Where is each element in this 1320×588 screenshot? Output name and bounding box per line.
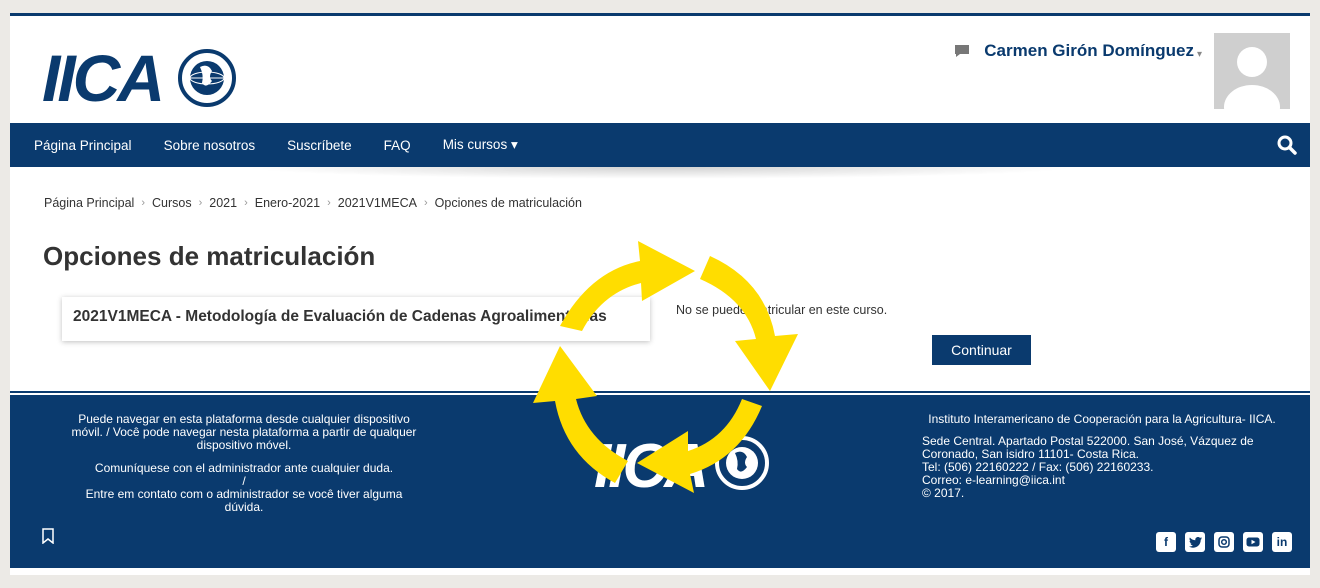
- footer-copyright: © 2017.: [922, 486, 965, 500]
- footer-address: Sede Central. Apartado Postal 522000. Sa…: [922, 434, 1254, 461]
- iica-logo[interactable]: IICA: [42, 35, 242, 115]
- footer-iica-logo: IICA: [594, 432, 769, 495]
- footer-email: Correo: e-learning@iica.int: [922, 473, 1065, 487]
- footer-info-left: Puede navegar en esta plataforma desde c…: [68, 413, 420, 524]
- footer-institute: Instituto Interamericano de Cooperación …: [928, 412, 1276, 426]
- nav-shadow: [240, 167, 1080, 179]
- breadcrumb-courses[interactable]: Cursos: [152, 196, 192, 210]
- breadcrumb-separator: ›: [141, 197, 146, 209]
- continue-button[interactable]: Continuar: [932, 335, 1031, 365]
- page-title: Opciones de matriculación: [43, 241, 376, 271]
- breadcrumb-year[interactable]: 2021: [209, 196, 237, 210]
- nav-subscribe[interactable]: Suscríbete: [271, 138, 368, 153]
- footer-mobile-text: Puede navegar en esta plataforma desde c…: [71, 412, 417, 452]
- logo-text: IICA: [42, 41, 162, 115]
- nav-my-courses[interactable]: Mis cursos ▾: [427, 137, 534, 153]
- user-menu-caret[interactable]: ▾: [1197, 49, 1202, 60]
- footer-divider: [10, 391, 1310, 393]
- facebook-icon[interactable]: f: [1156, 532, 1176, 552]
- breadcrumb-separator: ›: [198, 197, 203, 209]
- avatar[interactable]: [1214, 33, 1290, 109]
- course-name-link[interactable]: 2021V1MECA - Metodología de Evaluación d…: [73, 308, 607, 326]
- footer-logo-text: IICA: [594, 432, 706, 495]
- youtube-icon[interactable]: [1243, 532, 1263, 552]
- breadcrumb-course[interactable]: 2021V1MECA: [338, 196, 417, 210]
- default-avatar-icon: [1214, 33, 1290, 109]
- enrolment-notice: No se puede matricular en este curso.: [676, 303, 888, 317]
- breadcrumb-current: Opciones de matriculación: [434, 196, 582, 210]
- footer: Puede navegar en esta plataforma desde c…: [10, 395, 1310, 568]
- breadcrumb-home[interactable]: Página Principal: [44, 196, 134, 210]
- nav-about[interactable]: Sobre nosotros: [148, 138, 272, 153]
- linkedin-icon[interactable]: in: [1272, 532, 1292, 552]
- twitter-icon[interactable]: [1185, 532, 1205, 552]
- social-links: f in: [1156, 532, 1292, 552]
- bookmark-icon[interactable]: [42, 528, 54, 544]
- nav-home[interactable]: Página Principal: [10, 138, 148, 153]
- main-nav: Página Principal Sobre nosotros Suscríbe…: [10, 123, 1310, 167]
- message-icon[interactable]: [954, 44, 970, 58]
- breadcrumb-separator: ›: [327, 197, 331, 209]
- course-box: 2021V1MECA - Metodología de Evaluación d…: [62, 297, 650, 341]
- breadcrumb: Página Principal › Cursos › 2021 › Enero…: [44, 196, 582, 210]
- breadcrumb-separator: ›: [244, 197, 248, 209]
- instagram-icon[interactable]: [1214, 532, 1234, 552]
- page: IICA Carmen Girón Domínguez ▾ Página Pri…: [10, 13, 1310, 575]
- top-border: [10, 13, 1310, 16]
- user-menu[interactable]: Carmen Girón Domínguez ▾: [954, 33, 1290, 109]
- user-name[interactable]: Carmen Girón Domínguez: [984, 41, 1194, 61]
- footer-info-right: Instituto Interamericano de Cooperación …: [922, 413, 1282, 500]
- nav-faq[interactable]: FAQ: [368, 138, 427, 153]
- breadcrumb-month[interactable]: Enero-2021: [255, 196, 320, 210]
- search-icon[interactable]: [1276, 134, 1298, 156]
- breadcrumb-separator: ›: [423, 197, 428, 209]
- footer-contact-pt: Entre em contato com o administrador se …: [85, 487, 403, 514]
